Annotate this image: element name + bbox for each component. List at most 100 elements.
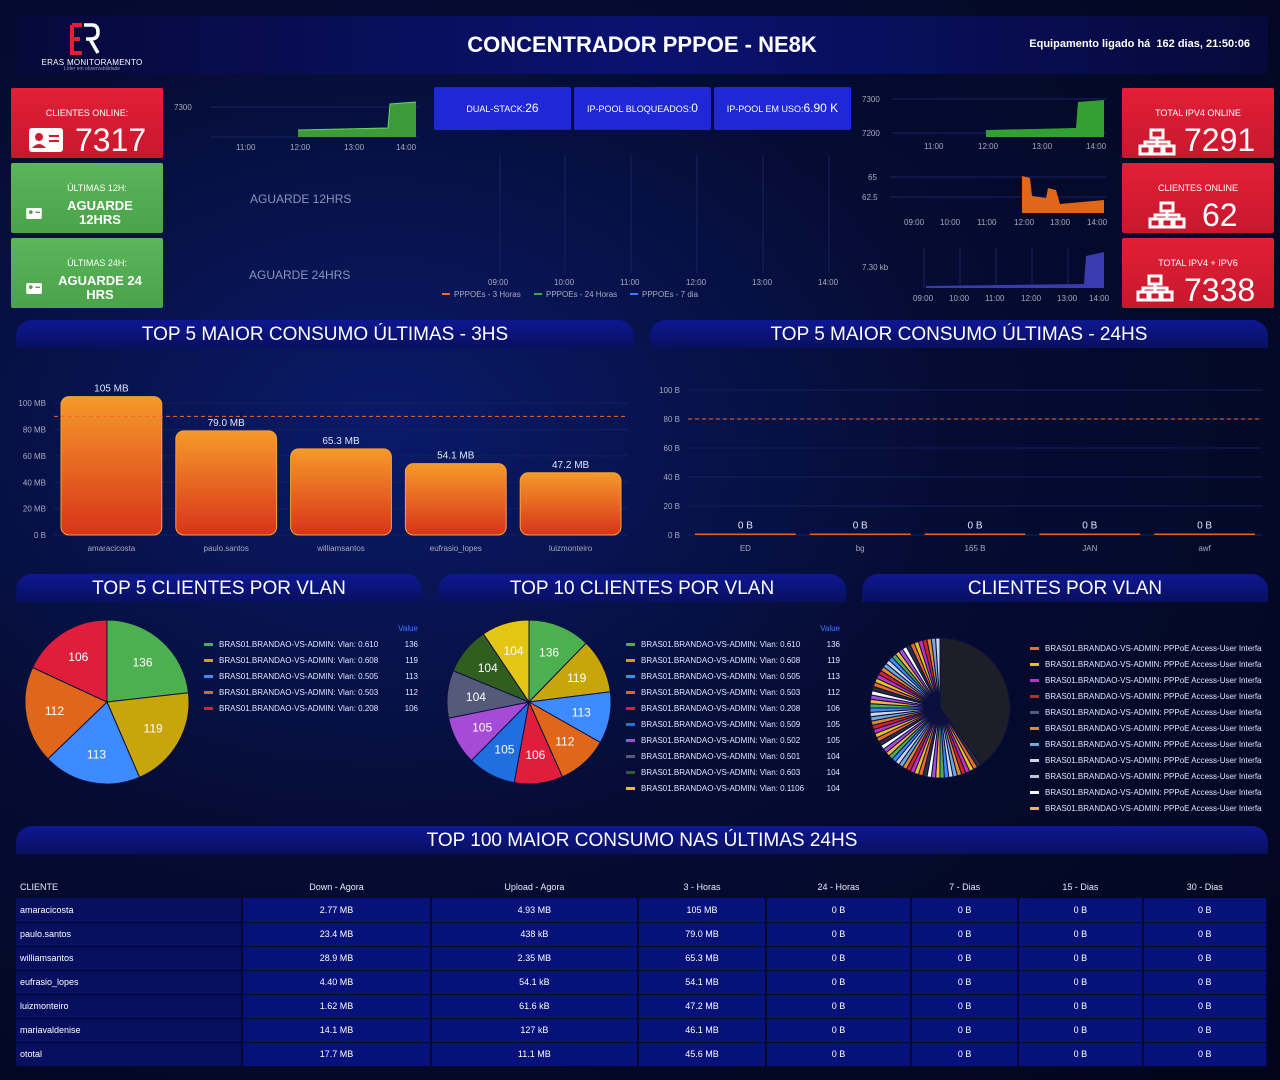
x-tick: 13:00	[1050, 218, 1071, 227]
legend-row[interactable]: BRAS01.BRANDAO-VS-ADMIN: Vlan: 0.503 112	[626, 684, 840, 700]
legend-label: BRAS01.BRANDAO-VS-ADMIN: Vlan: 0.208	[641, 703, 801, 713]
id-card-icon	[26, 283, 42, 294]
legend-row[interactable]: BRAS01.BRANDAO-VS-ADMIN: PPPoE Access-Us…	[1030, 768, 1268, 784]
stat-clientes-online-v6[interactable]: CLIENTES ONLINE 62	[1122, 163, 1274, 233]
stat-ultimas-12h[interactable]: ÚLTIMAS 12H: AGUARDE 12HRS	[11, 163, 163, 233]
legend-value: 113	[827, 671, 840, 681]
table-cell: 14.1 MB	[242, 1018, 432, 1043]
table-cell: 0 B	[1142, 898, 1268, 923]
legend-row[interactable]: BRAS01.BRANDAO-VS-ADMIN: PPPoE Access-Us…	[1030, 736, 1268, 752]
legend-value: 112	[405, 687, 418, 697]
column-header[interactable]: 3 - Horas	[638, 876, 766, 898]
table-row[interactable]: paulo.santos 23.4 MB 438 kB 79.0 MB 0 B0 B0 …	[16, 922, 1268, 947]
legend-row[interactable]: BRAS01.BRANDAO-VS-ADMIN: Vlan: 0.509 105	[626, 716, 840, 732]
bar-chart-top5-3h[interactable]: 0 B 20 MB 40 MB 60 MB 80 MB 100 MB 105 MB amara…	[12, 360, 634, 560]
y-tick-label: 40 MB	[23, 478, 46, 487]
column-header[interactable]: 15 - Dias	[1018, 876, 1142, 898]
column-header[interactable]: Down - Agora	[242, 876, 430, 898]
section-title-top5-24h: TOP 5 MAIOR CONSUMO ÚLTIMAS - 24HS	[650, 320, 1268, 348]
legend-row[interactable]: BRAS01.BRANDAO-VS-ADMIN: Vlan: 0.608 119	[204, 652, 418, 668]
legend-row[interactable]: BRAS01.BRANDAO-VS-ADMIN: Vlan: 0.208 106	[204, 700, 418, 716]
legend-swatch	[204, 706, 213, 710]
y-tick-label: 60 B	[664, 444, 680, 453]
legend-swatch	[1030, 758, 1039, 762]
bar-value-label: 0 B	[1197, 521, 1212, 532]
stat-label: TOTAL IPV4 ONLINE	[1155, 108, 1241, 118]
table-cell: 0 B	[1142, 1018, 1268, 1043]
table-row[interactable]: williamsantos 28.9 MB 2.35 MB 65.3 MB 0 B0 B…	[16, 946, 1268, 971]
legend-row[interactable]: BRAS01.BRANDAO-VS-ADMIN: PPPoE Access-Us…	[1030, 720, 1268, 736]
table-cell: 0 B	[911, 898, 1020, 923]
table-row[interactable]: amaracicosta 2.77 MB 4.93 MB 105 MB 0 B0 B0 …	[16, 898, 1268, 923]
legend-row[interactable]: BRAS01.BRANDAO-VS-ADMIN: PPPoE Access-Us…	[1030, 704, 1268, 720]
legend-row[interactable]: BRAS01.BRANDAO-VS-ADMIN: Vlan: 0.608 119	[626, 652, 840, 668]
category-label: eufrasio_lopes	[430, 544, 482, 553]
pie-slice-label: 112	[45, 704, 64, 718]
pie-chart-clientes-vlan[interactable]	[868, 636, 1018, 786]
pie-chart-top5-vlan[interactable]: 136 119 113 112 106	[24, 604, 194, 804]
column-header[interactable]: 7 - Dias	[911, 876, 1018, 898]
legend-label: BRAS01.BRANDAO-VS-ADMIN: Vlan: 0.1106	[641, 783, 805, 793]
legend-row[interactable]: BRAS01.BRANDAO-VS-ADMIN: Vlan: 0.208 106	[626, 700, 840, 716]
legend-row[interactable]: BRAS01.BRANDAO-VS-ADMIN: Vlan: 0.505 113	[204, 668, 418, 684]
bar	[290, 448, 392, 536]
mini-chart-ipv4-online[interactable]: 7300 7200 11:00 12:00 13:00 14:00	[860, 88, 1114, 154]
stat-total-ipv4-ipv6[interactable]: TOTAL IPv4 + IPv6 7338	[1122, 238, 1274, 308]
stat-value: 7291	[1184, 122, 1256, 158]
legend-row[interactable]: BRAS01.BRANDAO-VS-ADMIN: PPPoE Access-Us…	[1030, 640, 1268, 656]
table-cell: 0 B	[765, 970, 913, 995]
legend-swatch	[1030, 678, 1039, 682]
legend-row[interactable]: BRAS01.BRANDAO-VS-ADMIN: Vlan: 0.603 104	[626, 764, 840, 780]
dual-stack-box[interactable]: DUAL-STACK:26	[434, 87, 571, 130]
legend-row[interactable]: BRAS01.BRANDAO-VS-ADMIN: PPPoE Access-Us…	[1030, 672, 1268, 688]
bar-value-label: 0 B	[967, 521, 982, 532]
table-cell: 0 B	[1142, 922, 1268, 947]
legend-row[interactable]: BRAS01.BRANDAO-VS-ADMIN: Vlan: 0.501 104	[626, 748, 840, 764]
network-icon	[1138, 128, 1176, 156]
legend-value: 112	[827, 687, 840, 697]
stat-value: AGUARDE 12HRS	[67, 198, 133, 227]
legend-row[interactable]: BRAS01.BRANDAO-VS-ADMIN: Vlan: 0.610 136	[626, 636, 840, 652]
mini-chart-ipv4-ipv6[interactable]: 7.30 kb 09:00 10:00 11:00 12:00 13:00 14…	[860, 242, 1114, 308]
column-header[interactable]: CLIENTE	[16, 876, 242, 898]
legend-swatch	[626, 690, 635, 694]
table-cell: 2.35 MB	[430, 946, 640, 971]
x-tick: 14:00	[1089, 294, 1110, 303]
column-header[interactable]: 24 - Horas	[766, 876, 911, 898]
table-row[interactable]: ototal 17.7 MB 11.1 MB 45.6 MB 0 B0 B0 B0 B	[16, 1042, 1268, 1067]
ip-pool-used-box[interactable]: IP-POOL EM USO:6.90 K	[714, 87, 851, 130]
table-row[interactable]: eufrasio_lopes 4.40 MB 54.1 kB 54.1 MB 0 B0 …	[16, 970, 1268, 995]
pie-chart-top10-vlan[interactable]: 136 119 113 112 106 105105 104 104 104	[446, 604, 616, 804]
legend-swatch	[204, 642, 213, 646]
pppoe-timeseries-chart[interactable]: 09:00 10:00 11:00 12:00 13:00 14:00 PPPO…	[434, 135, 854, 305]
x-tick: 14:00	[1087, 218, 1108, 227]
mini-chart-clients-top-left[interactable]: 7300 11:00 12:00 13:00 14:00	[170, 92, 424, 156]
top100-table-wrapper[interactable]: CLIENTE Down - Agora Upload - Agora 3 - Hor…	[16, 876, 1268, 1080]
stat-ultimas-24h[interactable]: ÚLTIMAS 24H: AGUARDE 24 HRS	[11, 238, 163, 308]
table-cell: eufrasio_lopes	[16, 970, 244, 995]
legend-row[interactable]: BRAS01.BRANDAO-VS-ADMIN: PPPoE Access-Us…	[1030, 752, 1268, 768]
pie-slice-label: 104	[478, 661, 498, 675]
legend-label: BRAS01.BRANDAO-VS-ADMIN: Vlan: 0.208	[219, 703, 379, 713]
bar-chart-top5-24h[interactable]: 0 B 20 B 40 B 60 B 80 B 100 B 0 B ED 0 B bg 0 B 165…	[646, 360, 1268, 560]
legend-row[interactable]: BRAS01.BRANDAO-VS-ADMIN: PPPoE Access-Us…	[1030, 688, 1268, 704]
table-row[interactable]: mariavaldenise 14.1 MB 127 kB 46.1 MB 0 B0 B…	[16, 1018, 1268, 1043]
stat-total-ipv4-online[interactable]: TOTAL IPV4 ONLINE 7291	[1122, 88, 1274, 158]
legend-row[interactable]: BRAS01.BRANDAO-VS-ADMIN: Vlan: 0.503 112	[204, 684, 418, 700]
legend-row[interactable]: BRAS01.BRANDAO-VS-ADMIN: Vlan: 0.1106 104	[626, 780, 840, 796]
x-tick: 14:00	[396, 143, 417, 152]
legend-row[interactable]: BRAS01.BRANDAO-VS-ADMIN: PPPoE Access-Us…	[1030, 800, 1268, 816]
legend-row[interactable]: BRAS01.BRANDAO-VS-ADMIN: PPPoE Access-Us…	[1030, 656, 1268, 672]
legend-value: 104	[826, 767, 840, 777]
legend-row[interactable]: BRAS01.BRANDAO-VS-ADMIN: Vlan: 0.502 105	[626, 732, 840, 748]
bar-value-label: 0 B	[1082, 521, 1097, 532]
stat-clientes-online[interactable]: CLIENTES ONLINE: 7317	[11, 88, 163, 158]
legend-row[interactable]: BRAS01.BRANDAO-VS-ADMIN: Vlan: 0.505 113	[626, 668, 840, 684]
table-row[interactable]: luizmonteiro 1.62 MB 61.6 kB 47.2 MB 0 B0 B0…	[16, 994, 1268, 1019]
ip-pool-blocked-box[interactable]: IP-POOL BLOQUEADOS:0	[574, 87, 711, 130]
legend-row[interactable]: BRAS01.BRANDAO-VS-ADMIN: Vlan: 0.610 136	[204, 636, 418, 652]
column-header[interactable]: Upload - Agora	[431, 876, 638, 898]
column-header[interactable]: 30 - Dias	[1143, 876, 1267, 898]
legend-row[interactable]: BRAS01.BRANDAO-VS-ADMIN: PPPoE Access-Us…	[1030, 784, 1268, 800]
mini-chart-clientes-v6[interactable]: 65 62.5 09:00 10:00 11:00 12:00 13:00 14…	[860, 166, 1114, 232]
